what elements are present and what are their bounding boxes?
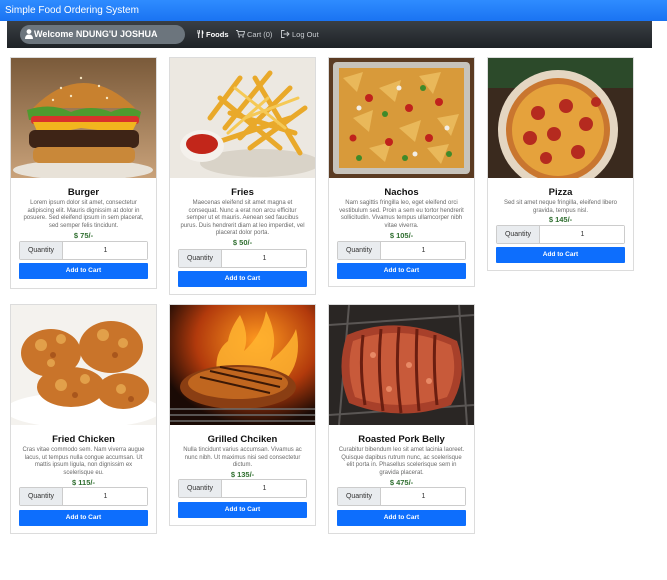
quantity-group: Quantity xyxy=(19,487,148,506)
product-description: Cras vitae commodo sem. Nam viverra augu… xyxy=(22,447,145,476)
product-price: $ 475/- xyxy=(389,478,414,487)
quantity-input[interactable] xyxy=(223,480,306,497)
product-description: Curabitur bibendum leo sit amet lacinia … xyxy=(338,447,465,476)
product-price: $ 115/- xyxy=(72,478,95,487)
quantity-group: Quantity xyxy=(337,241,466,260)
add-to-cart-button[interactable]: Add to Cart xyxy=(178,502,307,518)
quantity-group: Quantity xyxy=(337,487,466,506)
add-to-cart-button[interactable]: Add to Cart xyxy=(337,510,466,526)
welcome-label: Welcome NDUNG'U JOSHUA xyxy=(34,29,158,39)
quantity-input[interactable] xyxy=(382,242,465,259)
quantity-label: Quantity xyxy=(20,242,63,259)
product-name: Roasted Pork Belly xyxy=(358,434,445,445)
quantity-label: Quantity xyxy=(179,480,222,497)
product-name: Burger xyxy=(67,187,100,198)
quantity-label: Quantity xyxy=(338,488,381,505)
quantity-label: Quantity xyxy=(179,250,222,267)
quantity-group: Quantity xyxy=(19,241,148,260)
product-image-nachos xyxy=(329,58,474,178)
quantity-input[interactable] xyxy=(64,488,147,505)
app-title-bar: Simple Food Ordering System xyxy=(0,0,667,21)
product-name: Grilled Chciken xyxy=(207,434,278,445)
product-price: $ 135/- xyxy=(230,470,255,479)
quantity-label: Quantity xyxy=(20,488,63,505)
product-price: $ 50/- xyxy=(232,238,253,247)
quantity-group: Quantity xyxy=(178,249,307,268)
welcome-user-button[interactable]: Welcome NDUNG'U JOSHUA xyxy=(20,25,185,44)
product-image-grilled-chicken xyxy=(170,305,315,425)
product-card-nachos: Nachos Nam sagittis fringilla leo, eget … xyxy=(328,57,475,287)
cart-icon xyxy=(236,30,246,38)
nav-foods-label: Foods xyxy=(206,30,229,39)
quantity-input[interactable] xyxy=(382,488,465,505)
quantity-group: Quantity xyxy=(178,479,307,498)
utensils-icon xyxy=(197,30,204,38)
user-icon xyxy=(25,29,33,39)
product-name: Pizza xyxy=(548,187,573,198)
logout-icon xyxy=(281,30,290,38)
nav-foods-link[interactable]: Foods xyxy=(197,21,229,48)
nav-logout-label: Log Out xyxy=(292,30,319,39)
product-image-fries xyxy=(170,58,315,178)
add-to-cart-button[interactable]: Add to Cart xyxy=(337,263,466,279)
product-card-fried-chicken: Fried Chicken Cras vitae commodo sem. Na… xyxy=(10,304,157,534)
quantity-input[interactable] xyxy=(64,242,147,259)
navbar: Welcome NDUNG'U JOSHUA Foods Cart (0) Lo… xyxy=(7,21,652,48)
product-description: Nulla tincidunt varius accumsan. Vivamus… xyxy=(183,447,302,469)
product-price: $ 145/- xyxy=(548,215,573,224)
product-image-pizza xyxy=(488,58,633,178)
product-name: Fried Chicken xyxy=(52,434,115,445)
nav-logout-link[interactable]: Log Out xyxy=(281,21,319,48)
product-image-fried-chicken xyxy=(11,305,156,425)
product-name: Fries xyxy=(231,187,254,198)
nav-cart-label: Cart (0) xyxy=(247,30,273,39)
product-card-grilled-chicken: Grilled Chciken Nulla tincidunt varius a… xyxy=(169,304,316,526)
quantity-input[interactable] xyxy=(223,250,306,267)
add-to-cart-button[interactable]: Add to Cart xyxy=(496,247,625,263)
quantity-label: Quantity xyxy=(497,226,540,243)
product-price: $ 75/- xyxy=(73,231,94,240)
app-title: Simple Food Ordering System xyxy=(5,5,139,16)
product-description: Nam sagittis fringilla leo, eget eleifen… xyxy=(339,200,464,229)
add-to-cart-button[interactable]: Add to Cart xyxy=(19,510,148,526)
product-description: Sed sit amet neque fringilla, eleifend l… xyxy=(503,200,618,214)
product-card-fries: Fries Maecenas eleifend sit amet magna e… xyxy=(169,57,316,295)
nav-cart-link[interactable]: Cart (0) xyxy=(236,21,272,48)
add-to-cart-button[interactable]: Add to Cart xyxy=(178,271,307,287)
product-price: $ 105/- xyxy=(389,231,414,240)
product-card-burger: Burger Lorem ipsum dolor sit amet, conse… xyxy=(10,57,157,289)
quantity-input[interactable] xyxy=(541,226,624,243)
add-to-cart-button[interactable]: Add to Cart xyxy=(19,263,148,279)
product-description: Maecenas eleifend sit amet magna et cons… xyxy=(180,200,305,237)
product-image-pork-belly xyxy=(329,305,474,425)
quantity-label: Quantity xyxy=(338,242,381,259)
product-card-pizza: Pizza Sed sit amet neque fringilla, elei… xyxy=(487,57,634,271)
product-image-burger xyxy=(11,58,156,178)
product-card-roasted-pork-belly: Roasted Pork Belly Curabitur bibendum le… xyxy=(328,304,475,534)
quantity-group: Quantity xyxy=(496,225,625,244)
product-name: Nachos xyxy=(384,187,419,198)
product-description: Lorem ipsum dolor sit amet, consectetur … xyxy=(23,200,144,229)
